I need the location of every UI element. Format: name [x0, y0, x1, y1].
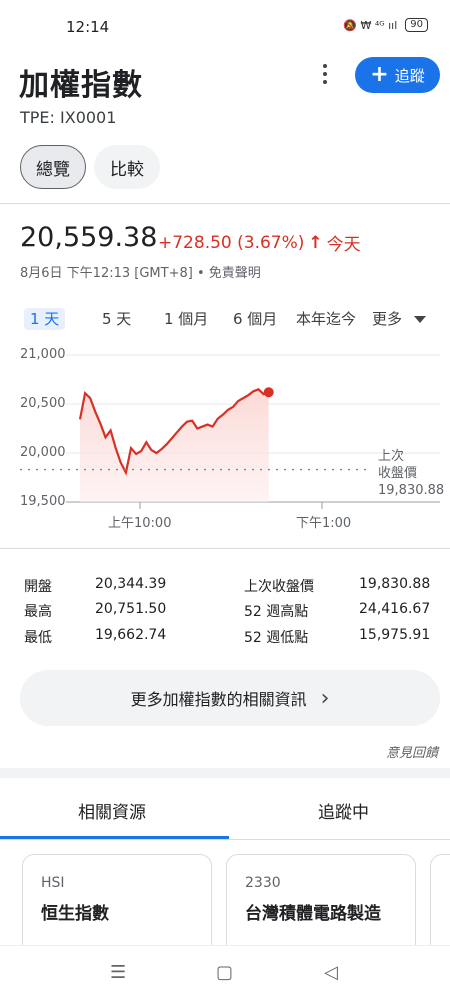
more-info-button[interactable]: 更多加權指數的相關資訊 › — [20, 670, 440, 726]
x-tick: 上午10:00 — [108, 516, 172, 531]
plus-icon: + — [370, 62, 389, 87]
back-icon[interactable]: ◁ — [324, 962, 338, 983]
tab-following[interactable]: 追蹤中 — [318, 798, 369, 823]
price-change: +728.50 (3.67%) ↑ 今天 — [158, 230, 361, 256]
stat-label-high: 最高 — [24, 604, 52, 620]
range-ytd[interactable]: 本年迄今 — [296, 308, 356, 330]
previous-close-label-value: 19,830.88 — [378, 483, 445, 498]
signal-icons: 🔕 ₩ ⁴ᴳ ııl — [343, 18, 398, 32]
home-icon[interactable]: ▢ — [216, 962, 233, 983]
tab-compare[interactable]: 比較 — [94, 145, 160, 189]
status-icons: 🔕 ₩ ⁴ᴳ ııl 90 — [343, 18, 428, 32]
stat-value-52w-high: 24,416.67 — [359, 601, 431, 617]
feedback-link[interactable]: 意見回饋 — [386, 742, 438, 761]
previous-close-label-line2: 收盤價 — [378, 466, 418, 481]
divider — [0, 203, 450, 204]
ticker-symbol: TPE: IX0001 — [20, 108, 117, 127]
stat-label-low: 最低 — [24, 630, 52, 646]
card-symbol: 2330 — [245, 875, 281, 891]
more-info-label: 更多加權指數的相關資訊 — [130, 690, 307, 709]
stat-value-prev-close: 19,830.88 — [359, 576, 431, 592]
battery-icon: 90 — [405, 18, 428, 32]
status-time: 12:14 — [66, 18, 110, 36]
card-name: 恒生指數 — [41, 904, 109, 924]
menu-icon[interactable]: ☰ — [110, 962, 126, 983]
stat-value-open: 20,344.39 — [95, 576, 167, 592]
tab-overview[interactable]: 總覽 — [20, 145, 86, 189]
change-value: +728.50 (3.67%) — [158, 232, 305, 253]
current-price: 20,559.38 — [20, 222, 158, 253]
stat-label-52w-low: 52 週低點 — [244, 630, 309, 646]
range-6m[interactable]: 6 個月 — [233, 308, 277, 330]
stat-label-open: 開盤 — [24, 579, 52, 595]
previous-close-label: 上次 收盤價 19,830.88 — [378, 448, 444, 499]
range-1m[interactable]: 1 個月 — [164, 308, 208, 330]
chevron-right-icon: › — [320, 685, 330, 711]
price-chart[interactable] — [0, 340, 450, 540]
range-1d[interactable]: 1 天 — [24, 308, 66, 330]
chevron-down-icon[interactable] — [414, 316, 426, 323]
change-period: 今天 — [326, 235, 361, 255]
page-title: 加權指數 — [19, 68, 143, 103]
last-point-marker — [263, 387, 274, 398]
arrow-up-icon: ↑ — [308, 232, 323, 253]
quote-timestamp: 8月6日 下午12:13 [GMT+8] • 免責聲明 — [20, 266, 261, 281]
previous-close-label-line1: 上次 — [378, 449, 405, 464]
section-separator — [0, 768, 450, 778]
divider — [0, 548, 450, 549]
stat-value-52w-low: 15,975.91 — [359, 627, 431, 643]
tab-related[interactable]: 相關資源 — [78, 798, 146, 823]
more-options-icon[interactable] — [318, 64, 332, 84]
stat-value-low: 19,662.74 — [95, 627, 167, 643]
card-symbol: HSI — [41, 875, 65, 891]
x-tick: 下午1:00 — [296, 516, 352, 531]
follow-button[interactable]: + 追蹤 — [355, 57, 440, 93]
range-5d[interactable]: 5 天 — [102, 308, 131, 330]
stat-label-prev-close: 上次收盤價 — [244, 579, 314, 595]
chart-area — [80, 389, 269, 502]
stat-value-high: 20,751.50 — [95, 601, 167, 617]
range-more[interactable]: 更多 — [372, 308, 402, 330]
follow-label: 追蹤 — [394, 66, 425, 85]
stat-label-52w-high: 52 週高點 — [244, 604, 309, 620]
divider — [0, 839, 450, 840]
card-name: 台灣積體電路製造 — [245, 904, 381, 924]
